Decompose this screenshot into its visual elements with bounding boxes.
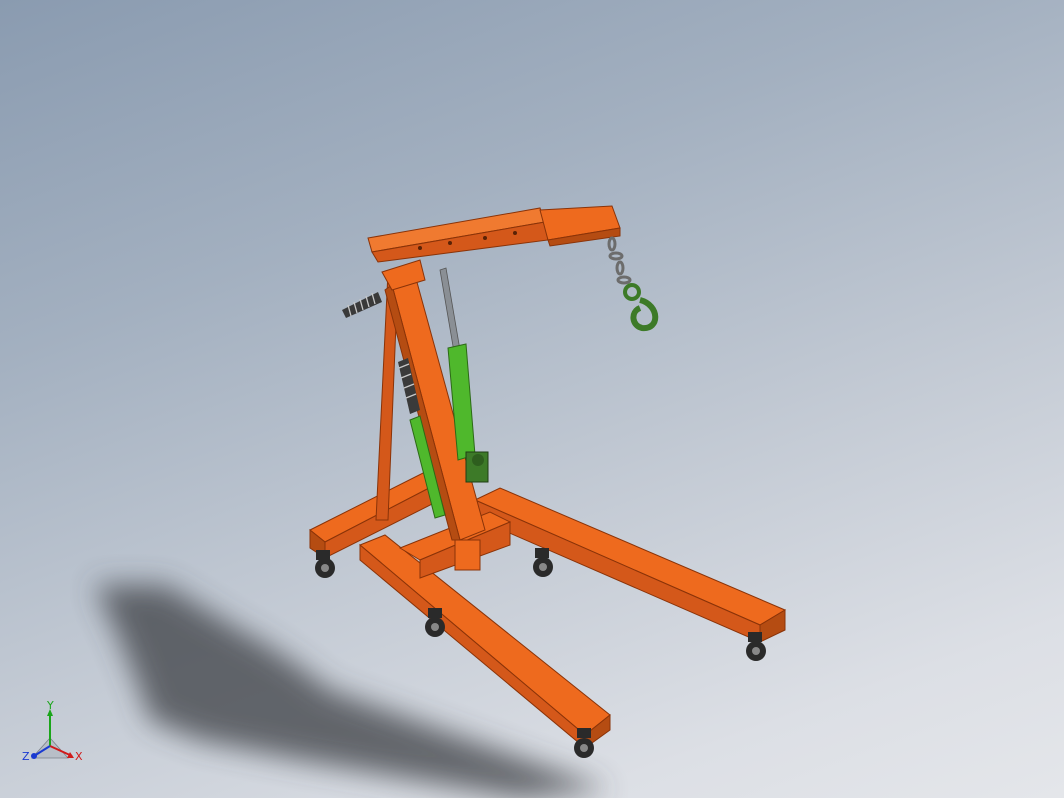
coordinate-triad[interactable]: Y X Z [18, 700, 88, 770]
right-base-leg[interactable] [473, 487, 787, 643]
caster-wheel[interactable] [574, 728, 594, 758]
caster-wheel[interactable] [425, 608, 445, 637]
y-axis-label: Y [46, 700, 54, 712]
chain[interactable] [607, 236, 632, 285]
caster-wheel[interactable] [533, 548, 553, 577]
pump-assembly[interactable] [465, 451, 489, 483]
hook[interactable] [623, 283, 659, 331]
graphics-viewport[interactable]: Y X Z [0, 0, 1064, 798]
hydraulic-rod[interactable] [439, 267, 461, 353]
model-scene[interactable] [0, 0, 1064, 798]
boom-arm[interactable] [367, 205, 621, 263]
z-axis-label: Z [22, 750, 30, 763]
x-axis-label: X [75, 750, 83, 763]
handle-spring[interactable] [342, 292, 382, 318]
